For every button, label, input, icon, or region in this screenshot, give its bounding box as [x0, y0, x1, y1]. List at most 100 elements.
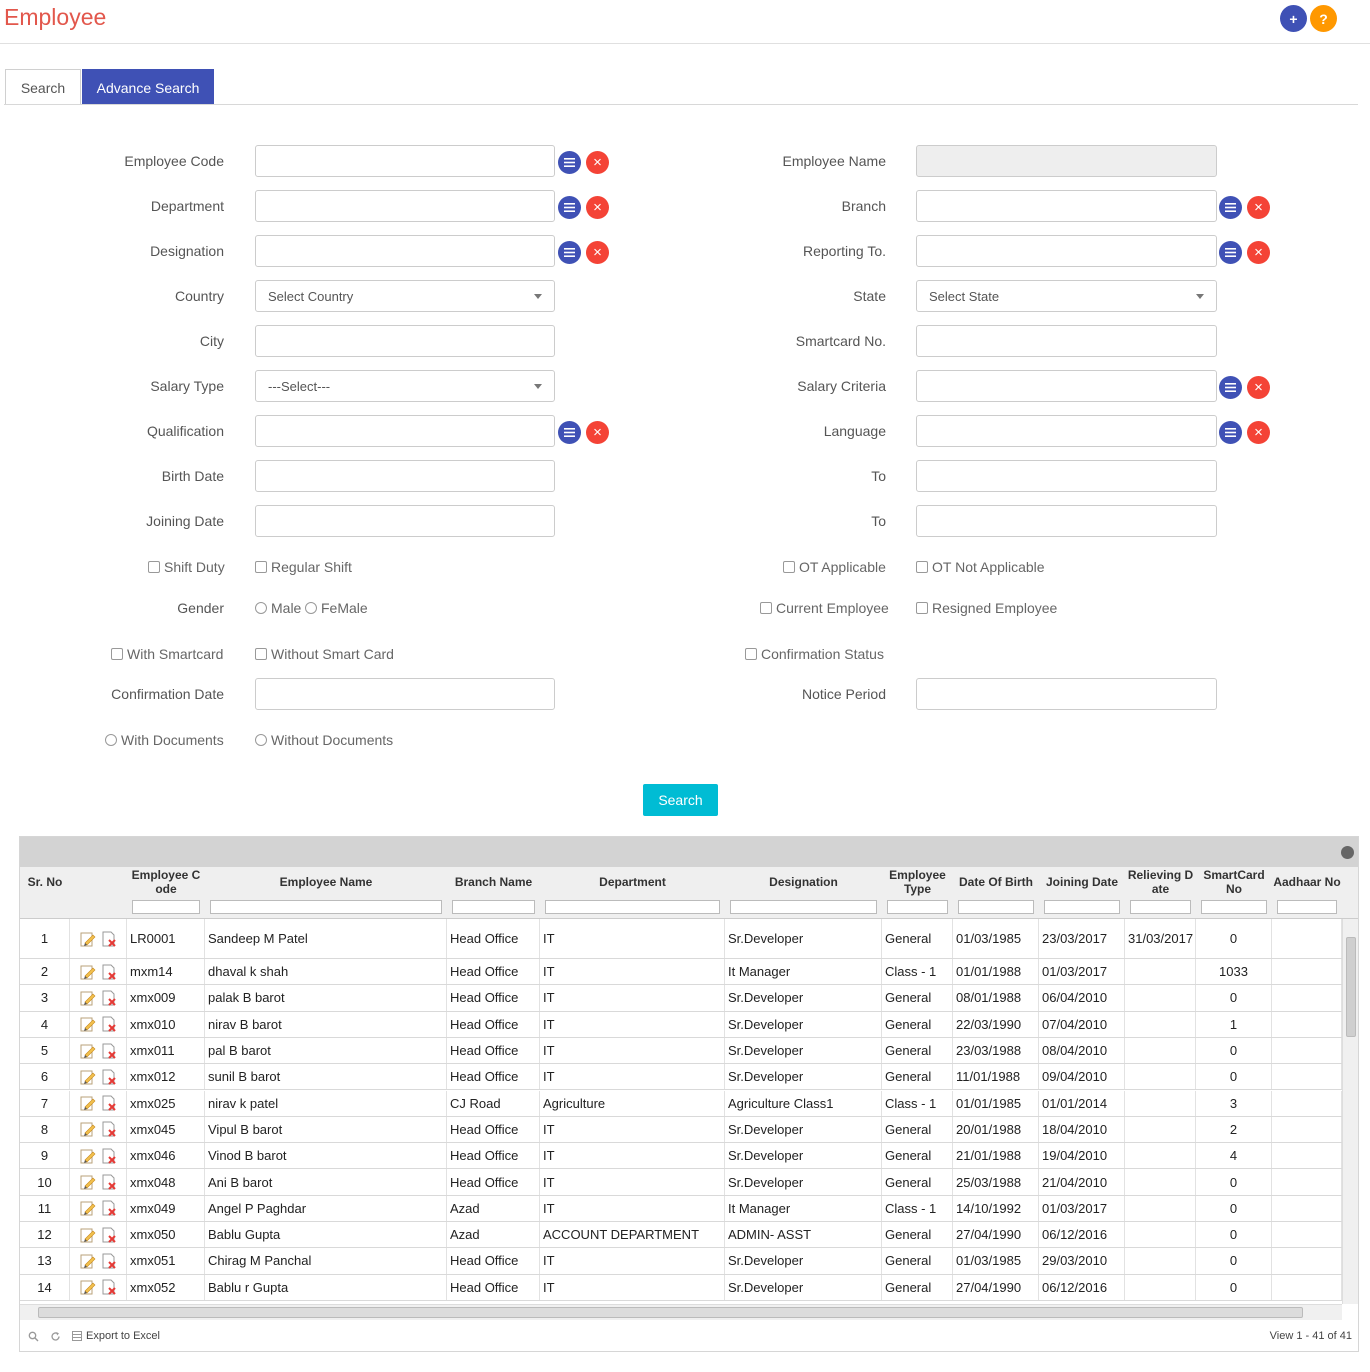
column-header[interactable]: Sr. No	[20, 867, 70, 897]
column-header[interactable]: Employee Type	[882, 867, 953, 897]
checkbox-box[interactable]	[255, 648, 267, 660]
column-header[interactable]: Employee Name	[205, 867, 447, 897]
without-documents-radio[interactable]: Without Documents	[255, 730, 393, 750]
edit-icon[interactable]	[80, 964, 96, 980]
column-header[interactable]: Designation	[725, 867, 882, 897]
table-row[interactable]: 3 xmx009 palak B barot Head Office IT Sr.Deve…	[20, 985, 1342, 1012]
edit-icon[interactable]	[80, 1043, 96, 1059]
vertical-scroll-thumb[interactable]	[1346, 937, 1356, 1037]
ot-applicable-checkbox[interactable]: OT Applicable	[783, 557, 886, 577]
employee-code-list-button[interactable]	[558, 151, 581, 174]
branch-list-button[interactable]	[1219, 196, 1242, 219]
table-row[interactable]: 13 xmx051 Chirag M Panchal Head Office IT Sr.…	[20, 1248, 1342, 1275]
edit-icon[interactable]	[80, 1095, 96, 1111]
delete-icon[interactable]	[101, 990, 117, 1006]
column-filter-input[interactable]	[1044, 900, 1120, 914]
column-header[interactable]: SmartCard No	[1196, 867, 1272, 897]
delete-icon[interactable]	[101, 1121, 117, 1138]
tab-advance-search[interactable]: Advance Search	[82, 69, 214, 105]
designation-input[interactable]	[255, 235, 555, 267]
delete-icon[interactable]	[101, 1095, 117, 1111]
table-row[interactable]: 1 LR0001 Sandeep M Patel Head Office IT Sr.De…	[20, 919, 1342, 959]
delete-icon[interactable]	[101, 1148, 117, 1164]
column-filter-input[interactable]	[1277, 900, 1337, 914]
department-clear-button[interactable]: ×	[586, 196, 609, 219]
column-filter-input[interactable]	[1130, 900, 1191, 914]
confirmation-status-checkbox[interactable]: Confirmation Status	[745, 644, 884, 664]
radio-circle[interactable]	[255, 602, 267, 614]
column-filter-input[interactable]	[452, 900, 535, 914]
horizontal-scroll-thumb[interactable]	[38, 1307, 1303, 1318]
checkbox-box[interactable]	[783, 561, 795, 573]
table-row[interactable]: 4 xmx010 nirav B barot Head Office IT Sr.Deve…	[20, 1011, 1342, 1038]
department-input[interactable]	[255, 190, 555, 222]
tab-search[interactable]: Search	[5, 69, 81, 105]
joining-date-to-input[interactable]	[916, 505, 1217, 537]
edit-icon[interactable]	[80, 1148, 96, 1164]
delete-icon[interactable]	[101, 1069, 117, 1085]
checkbox-box[interactable]	[745, 648, 757, 660]
add-button[interactable]: +	[1280, 5, 1307, 32]
column-header[interactable]	[70, 867, 127, 897]
current-employee-checkbox[interactable]: Current Employee	[760, 598, 889, 618]
resigned-employee-checkbox[interactable]: Resigned Employee	[916, 598, 1057, 618]
table-row[interactable]: 6 xmx012 sunil B barot Head Office IT Sr.Deve…	[20, 1064, 1342, 1091]
gender-male-radio[interactable]: Male	[255, 598, 301, 618]
delete-icon[interactable]	[101, 964, 117, 980]
employee-name-input[interactable]	[916, 145, 1217, 177]
column-header[interactable]: Department	[540, 867, 725, 897]
delete-icon[interactable]	[101, 931, 117, 947]
notice-period-input[interactable]	[916, 678, 1217, 710]
reporting-to-list-button[interactable]	[1219, 241, 1242, 264]
edit-icon[interactable]	[80, 1069, 96, 1085]
collapse-icon[interactable]	[1341, 846, 1354, 859]
delete-icon[interactable]	[101, 1043, 117, 1059]
shift-duty-checkbox[interactable]: Shift Duty	[148, 557, 225, 577]
qualification-clear-button[interactable]: ×	[586, 421, 609, 444]
checkbox-box[interactable]	[255, 561, 267, 573]
checkbox-box[interactable]	[916, 602, 928, 614]
table-row[interactable]: 11 xmx049 Angel P Paghdar Azad IT It Manager C…	[20, 1195, 1342, 1222]
search-icon[interactable]	[28, 1331, 39, 1342]
qualification-input[interactable]	[255, 415, 555, 447]
delete-icon[interactable]	[101, 1174, 117, 1190]
birth-date-to-input[interactable]	[916, 460, 1217, 492]
column-filter-input[interactable]	[1201, 900, 1267, 914]
birth-date-input[interactable]	[255, 460, 555, 492]
export-excel-button[interactable]: Export to Excel	[72, 1330, 160, 1342]
vertical-scrollbar[interactable]	[1342, 919, 1358, 1304]
branch-input[interactable]	[916, 190, 1217, 222]
edit-icon[interactable]	[80, 1016, 96, 1032]
delete-icon[interactable]	[101, 1227, 117, 1243]
column-header[interactable]: Branch Name	[447, 867, 540, 897]
salary-criteria-clear-button[interactable]: ×	[1247, 376, 1270, 399]
edit-icon[interactable]	[80, 1227, 96, 1243]
refresh-icon[interactable]	[50, 1331, 61, 1342]
city-input[interactable]	[255, 325, 555, 357]
salary-criteria-input[interactable]	[916, 370, 1217, 402]
language-list-button[interactable]	[1219, 421, 1242, 444]
salary-type-select[interactable]: ---Select---	[255, 370, 555, 402]
reporting-to-input[interactable]	[916, 235, 1217, 267]
column-header[interactable]: Date Of Birth	[953, 867, 1039, 897]
edit-icon[interactable]	[80, 1174, 96, 1190]
edit-icon[interactable]	[80, 1253, 96, 1269]
branch-clear-button[interactable]: ×	[1247, 196, 1270, 219]
horizontal-scrollbar[interactable]	[20, 1304, 1342, 1320]
column-filter-input[interactable]	[887, 900, 948, 914]
column-filter-input[interactable]	[730, 900, 877, 914]
edit-icon[interactable]	[80, 1279, 96, 1295]
search-button[interactable]: Search	[643, 784, 718, 816]
edit-icon[interactable]	[80, 931, 96, 947]
column-filter-input[interactable]	[545, 900, 720, 914]
reporting-to-clear-button[interactable]: ×	[1247, 241, 1270, 264]
gender-female-radio[interactable]: FeMale	[305, 598, 368, 618]
table-row[interactable]: 8 xmx045 Vipul B barot Head Office IT Sr.Deve…	[20, 1116, 1342, 1144]
language-input[interactable]	[916, 415, 1217, 447]
column-header[interactable]: Relieving D ate	[1125, 867, 1196, 897]
table-row[interactable]: 9 xmx046 Vinod B barot Head Office IT Sr.Deve…	[20, 1143, 1342, 1170]
checkbox-box[interactable]	[148, 561, 160, 573]
column-filter-input[interactable]	[958, 900, 1034, 914]
table-row[interactable]: 5 xmx011 pal B barot Head Office IT Sr.Develo…	[20, 1037, 1342, 1065]
with-documents-radio[interactable]: With Documents	[105, 730, 224, 750]
